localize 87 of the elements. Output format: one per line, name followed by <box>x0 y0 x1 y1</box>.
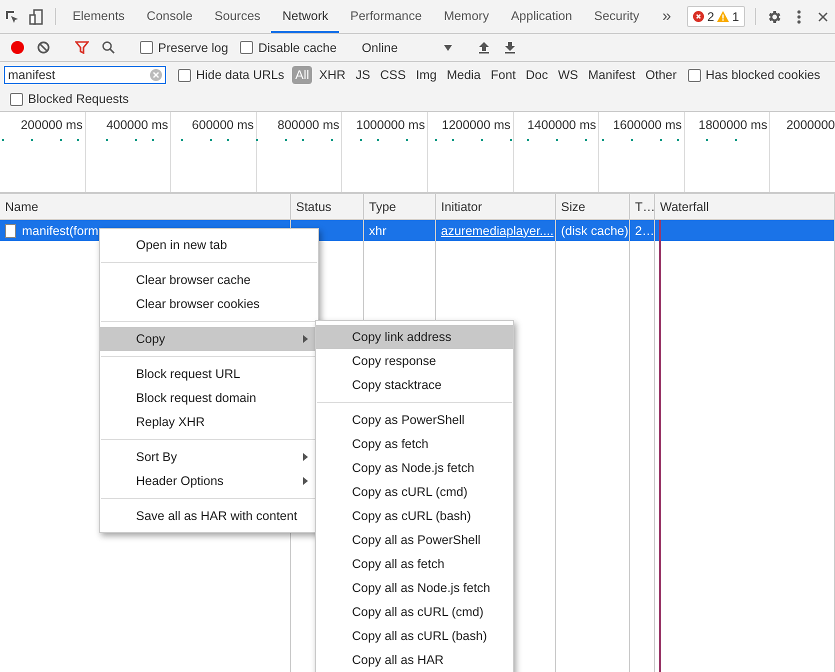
timeline-tick: 1600000 ms <box>612 118 682 134</box>
checkbox[interactable]: Disable cache <box>240 40 337 54</box>
column-header[interactable]: Waterfall <box>655 194 835 220</box>
timeline-tick: 600000 ms <box>192 118 254 134</box>
timeline-tick: 1800000 ms <box>698 118 768 134</box>
type-filter[interactable]: Other <box>642 66 680 84</box>
download-icon[interactable] <box>504 41 516 54</box>
timeline-tick: 200000 ms <box>20 118 83 134</box>
menu-item[interactable]: Header Options <box>100 469 318 493</box>
timeline-tick: 400000 ms <box>106 118 168 134</box>
table-cell: (disk cache) <box>556 220 630 241</box>
menu-item[interactable]: Copy response <box>316 349 513 373</box>
type-filter[interactable]: Doc <box>522 66 551 84</box>
type-filter[interactable]: JS <box>352 66 374 84</box>
checkbox[interactable]: Blocked Requests <box>10 92 129 106</box>
tab[interactable]: Memory <box>432 0 500 33</box>
menu-item[interactable]: Copy as cURL (bash) <box>316 504 513 528</box>
type-filter[interactable]: WS <box>555 66 582 84</box>
upload-icon[interactable] <box>478 41 490 54</box>
request-name[interactable]: manifest(form <box>22 224 98 238</box>
menu-item[interactable]: Copy as fetch <box>316 432 513 456</box>
timeline-tick: 1200000 ms <box>442 118 511 134</box>
more-options-icon[interactable] <box>796 10 800 24</box>
type-filter[interactable]: Manifest <box>585 66 638 84</box>
search-icon[interactable] <box>102 41 114 54</box>
inspect-icon[interactable] <box>4 8 20 24</box>
menu-item[interactable]: Copy all as HAR <box>316 648 513 672</box>
type-filter[interactable]: CSS <box>377 66 409 84</box>
menu-item[interactable]: Block request URL <box>100 362 318 386</box>
menu-item[interactable]: Copy all as cURL (bash) <box>316 624 513 648</box>
column-header[interactable]: Size <box>556 194 630 220</box>
menu-item[interactable]: Copy <box>100 327 318 351</box>
throttling-select[interactable]: Online <box>356 40 458 54</box>
menu-item[interactable]: Copy stacktrace <box>316 373 513 397</box>
column-header[interactable]: Status <box>291 194 364 220</box>
record-icon[interactable] <box>10 41 24 54</box>
type-filter[interactable]: XHR <box>316 66 349 84</box>
type-filter[interactable]: Font <box>488 66 519 84</box>
caret-icon <box>444 44 452 50</box>
tab[interactable]: Security <box>583 0 650 33</box>
menu-item[interactable]: Copy all as Node.js fetch <box>316 576 513 600</box>
menu-item[interactable]: Save all as HAR with content <box>100 504 318 528</box>
initiator-link[interactable]: azuremediaplayer.... <box>441 224 554 238</box>
menu-item[interactable]: Block request domain <box>100 386 318 410</box>
tab[interactable]: Console <box>136 0 204 33</box>
close-icon[interactable] <box>818 12 828 22</box>
table-cell: 2… <box>630 220 655 241</box>
menu-item[interactable]: Copy as cURL (cmd) <box>316 480 513 504</box>
filter-icon[interactable] <box>75 41 89 54</box>
type-filter[interactable]: Media <box>444 66 484 84</box>
column-header[interactable]: T… <box>630 194 655 220</box>
column-header[interactable]: Type <box>364 194 436 220</box>
checkbox[interactable]: Preserve log <box>140 40 228 54</box>
column-header[interactable]: Name <box>0 194 291 220</box>
menu-item[interactable]: Copy all as cURL (cmd) <box>316 600 513 624</box>
menu-item[interactable]: Copy link address <box>316 325 513 349</box>
tab[interactable]: Performance <box>339 0 433 33</box>
type-filter[interactable]: Img <box>412 66 440 84</box>
timeline-tick: 800000 ms <box>278 118 340 134</box>
tab[interactable]: Elements <box>62 0 136 33</box>
menu-item[interactable]: Open in new tab <box>100 233 318 257</box>
tab[interactable]: Sources <box>204 0 272 33</box>
menu-item[interactable]: Clear browser cache <box>100 268 318 292</box>
tab[interactable]: Application <box>500 0 584 33</box>
menu-item[interactable]: Copy as PowerShell <box>316 408 513 432</box>
more-tabs-button[interactable]: » <box>650 0 684 33</box>
warning-icon <box>717 11 730 22</box>
error-icon <box>693 11 704 22</box>
menu-item[interactable]: Sort By <box>100 445 318 469</box>
clear-icon[interactable] <box>36 41 50 54</box>
table-cell: xhr <box>364 220 436 241</box>
timeline-tick: 1400000 ms <box>527 118 596 134</box>
checkbox[interactable]: Hide data URLs <box>178 68 284 82</box>
menu-item[interactable]: Copy as Node.js fetch <box>316 456 513 480</box>
document-icon <box>5 224 16 238</box>
timeline-tick: 1000000 ms <box>356 118 425 134</box>
issues-badge[interactable]: 2 1 <box>687 6 746 27</box>
menu-item[interactable]: Clear browser cookies <box>100 292 318 316</box>
checkbox[interactable]: Has blocked cookies <box>688 68 820 82</box>
column-header[interactable]: Initiator <box>436 194 556 220</box>
menu-item[interactable]: Copy all as fetch <box>316 552 513 576</box>
menu-item[interactable]: Replay XHR <box>100 410 318 434</box>
filter-field[interactable]: manifest <box>4 66 166 84</box>
device-icon[interactable] <box>28 8 44 24</box>
settings-icon[interactable] <box>766 8 782 24</box>
timeline-tick: 2000000 <box>786 118 835 134</box>
menu-item[interactable]: Copy all as PowerShell <box>316 528 513 552</box>
